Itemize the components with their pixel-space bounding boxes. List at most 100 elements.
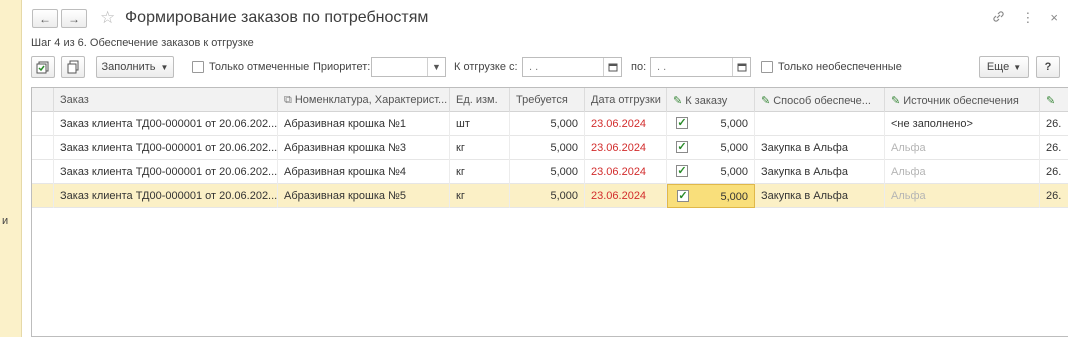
order-cell[interactable]: Заказ клиента ТД00-000001 от 20.06.202..… — [54, 184, 278, 208]
calendar-icon[interactable] — [603, 58, 621, 76]
ship-from-value: . . — [529, 61, 539, 73]
copy-button[interactable] — [61, 56, 85, 78]
check-list-icon — [36, 61, 49, 74]
table-row[interactable]: Заказ клиента ТД00-000001 от 20.06.202..… — [32, 136, 1068, 160]
to-order-value: 5,000 — [720, 166, 748, 178]
order-checkbox[interactable]: ✓ — [676, 141, 688, 153]
ship-date-cell[interactable]: 23.06.2024 — [585, 184, 667, 208]
item-cell[interactable]: Абразивная крошка №5 — [278, 184, 450, 208]
to-order-value: 5,000 — [720, 191, 748, 203]
ship-from-label: К отгрузке с: — [454, 61, 518, 73]
to-order-cell[interactable]: ✓ 5,000 — [667, 160, 755, 184]
back-button[interactable]: ← — [32, 9, 58, 28]
required-cell[interactable]: 5,000 — [510, 184, 585, 208]
mark-all-button[interactable] — [31, 56, 55, 78]
to-order-cell[interactable]: ✓ 5,000 — [667, 136, 755, 160]
toolbar: Заполнить ▼ Только отмеченные Приоритет:… — [22, 56, 1068, 80]
method-cell[interactable]: Закупка в Альфа — [755, 184, 885, 208]
fill-label: Заполнить — [101, 61, 156, 73]
unit-cell[interactable]: кг — [450, 136, 510, 160]
unit-cell[interactable]: кг — [450, 184, 510, 208]
to-order-value: 5,000 — [720, 142, 748, 154]
item-cell[interactable]: Абразивная крошка №3 — [278, 136, 450, 160]
table-row[interactable]: Заказ клиента ТД00-000001 от 20.06.202..… — [32, 112, 1068, 136]
col-header-item[interactable]: ⧉ Номенклатура, Характерист... — [278, 88, 450, 112]
favorite-star-icon[interactable]: ☆ — [100, 8, 115, 27]
col-header-ship-date[interactable]: Дата отгрузки — [585, 88, 667, 112]
col-header-source[interactable]: ✎ Источник обеспечения — [885, 88, 1040, 112]
col-header-order[interactable]: Заказ — [54, 88, 278, 112]
required-cell[interactable]: 5,000 — [510, 112, 585, 136]
close-icon[interactable]: × — [1050, 10, 1058, 26]
order-checkbox[interactable]: ✓ — [676, 165, 688, 177]
col-header-method[interactable]: ✎ Способ обеспече... — [755, 88, 885, 112]
help-button[interactable]: ? — [1036, 56, 1060, 78]
unit-cell[interactable]: шт — [450, 112, 510, 136]
extra-cell[interactable]: 26. — [1040, 160, 1068, 184]
left-panel-strip: и — [0, 0, 22, 337]
row-gutter — [32, 136, 54, 160]
order-cell[interactable]: Заказ клиента ТД00-000001 от 20.06.202..… — [54, 136, 278, 160]
source-cell[interactable]: Альфа — [885, 184, 1040, 208]
chevron-down-icon[interactable]: ▼ — [427, 58, 445, 76]
only-unsecured-checkbox[interactable] — [761, 61, 773, 73]
calendar-icon[interactable] — [732, 58, 750, 76]
title-icons: ⋮ × — [992, 10, 1058, 26]
table-header: Заказ ⧉ Номенклатура, Характерист... Ед. … — [32, 88, 1068, 112]
source-cell[interactable]: Альфа — [885, 136, 1040, 160]
fill-dropdown-button[interactable]: Заполнить ▼ — [96, 56, 174, 78]
required-cell[interactable]: 5,000 — [510, 160, 585, 184]
extra-cell[interactable]: 26. — [1040, 112, 1068, 136]
more-menu-icon[interactable]: ⋮ — [1021, 10, 1034, 26]
method-cell[interactable]: Закупка в Альфа — [755, 160, 885, 184]
priority-select[interactable]: ▼ — [371, 57, 446, 77]
item-cell[interactable]: Абразивная крошка №1 — [278, 112, 450, 136]
arrow-left-icon: ← — [39, 11, 51, 26]
table-row-selected[interactable]: Заказ клиента ТД00-000001 от 20.06.202..… — [32, 184, 1068, 208]
title-bar: ← → ☆ Формирование заказов по потребност… — [22, 0, 1068, 34]
required-cell[interactable]: 5,000 — [510, 136, 585, 160]
dropdown-arrow-icon: ▼ — [160, 62, 169, 72]
item-icon: ⧉ — [284, 94, 292, 106]
unit-cell[interactable]: кг — [450, 160, 510, 184]
col-header-unit[interactable]: Ед. изм. — [450, 88, 510, 112]
extra-cell[interactable]: 26. — [1040, 136, 1068, 160]
only-unsecured-label: Только необеспеченные — [778, 61, 902, 73]
dropdown-arrow-icon: ▼ — [1013, 62, 1022, 72]
method-cell[interactable] — [755, 112, 885, 136]
to-order-cell[interactable]: ✓ 5,000 — [667, 112, 755, 136]
order-checkbox[interactable]: ✓ — [677, 190, 689, 202]
ship-date-cell[interactable]: 23.06.2024 — [585, 112, 667, 136]
table-row[interactable]: Заказ клиента ТД00-000001 от 20.06.202..… — [32, 160, 1068, 184]
to-order-cell-focused[interactable]: ✓ 5,000 — [667, 184, 755, 208]
forward-button[interactable]: → — [61, 9, 87, 28]
pencil-icon: ✎ — [891, 95, 901, 107]
help-icon: ? — [1044, 61, 1052, 73]
method-cell[interactable]: Закупка в Альфа — [755, 136, 885, 160]
more-label: Еще — [986, 61, 1010, 73]
to-order-value: 5,000 — [720, 118, 748, 130]
order-cell[interactable]: Заказ клиента ТД00-000001 от 20.06.202..… — [54, 160, 278, 184]
ship-date-cell[interactable]: 23.06.2024 — [585, 136, 667, 160]
ship-from-date-input[interactable]: . . — [522, 57, 622, 77]
source-cell[interactable]: <не заполнено> — [885, 112, 1040, 136]
row-gutter — [32, 112, 54, 136]
ship-to-date-input[interactable]: . . — [650, 57, 751, 77]
order-cell[interactable]: Заказ клиента ТД00-000001 от 20.06.202..… — [54, 112, 278, 136]
col-header-required[interactable]: Требуется — [510, 88, 585, 112]
only-marked-checkbox[interactable] — [192, 61, 204, 73]
wizard-step-label: Шаг 4 из 6. Обеспечение заказов к отгруз… — [31, 37, 254, 49]
extra-cell[interactable]: 26. — [1040, 184, 1068, 208]
ship-date-cell[interactable]: 23.06.2024 — [585, 160, 667, 184]
source-cell[interactable]: Альфа — [885, 160, 1040, 184]
col-header-to-order[interactable]: ✎ К заказу — [667, 88, 755, 112]
row-gutter — [32, 184, 54, 208]
pencil-icon: ✎ — [1046, 95, 1056, 107]
item-cell[interactable]: Абразивная крошка №4 — [278, 160, 450, 184]
link-icon[interactable] — [992, 10, 1005, 26]
ship-to-value: . . — [657, 61, 667, 73]
header-corner — [32, 88, 54, 112]
order-checkbox[interactable]: ✓ — [676, 117, 688, 129]
more-button[interactable]: Еще ▼ — [979, 56, 1029, 78]
col-header-extra[interactable]: ✎ — [1040, 88, 1068, 112]
